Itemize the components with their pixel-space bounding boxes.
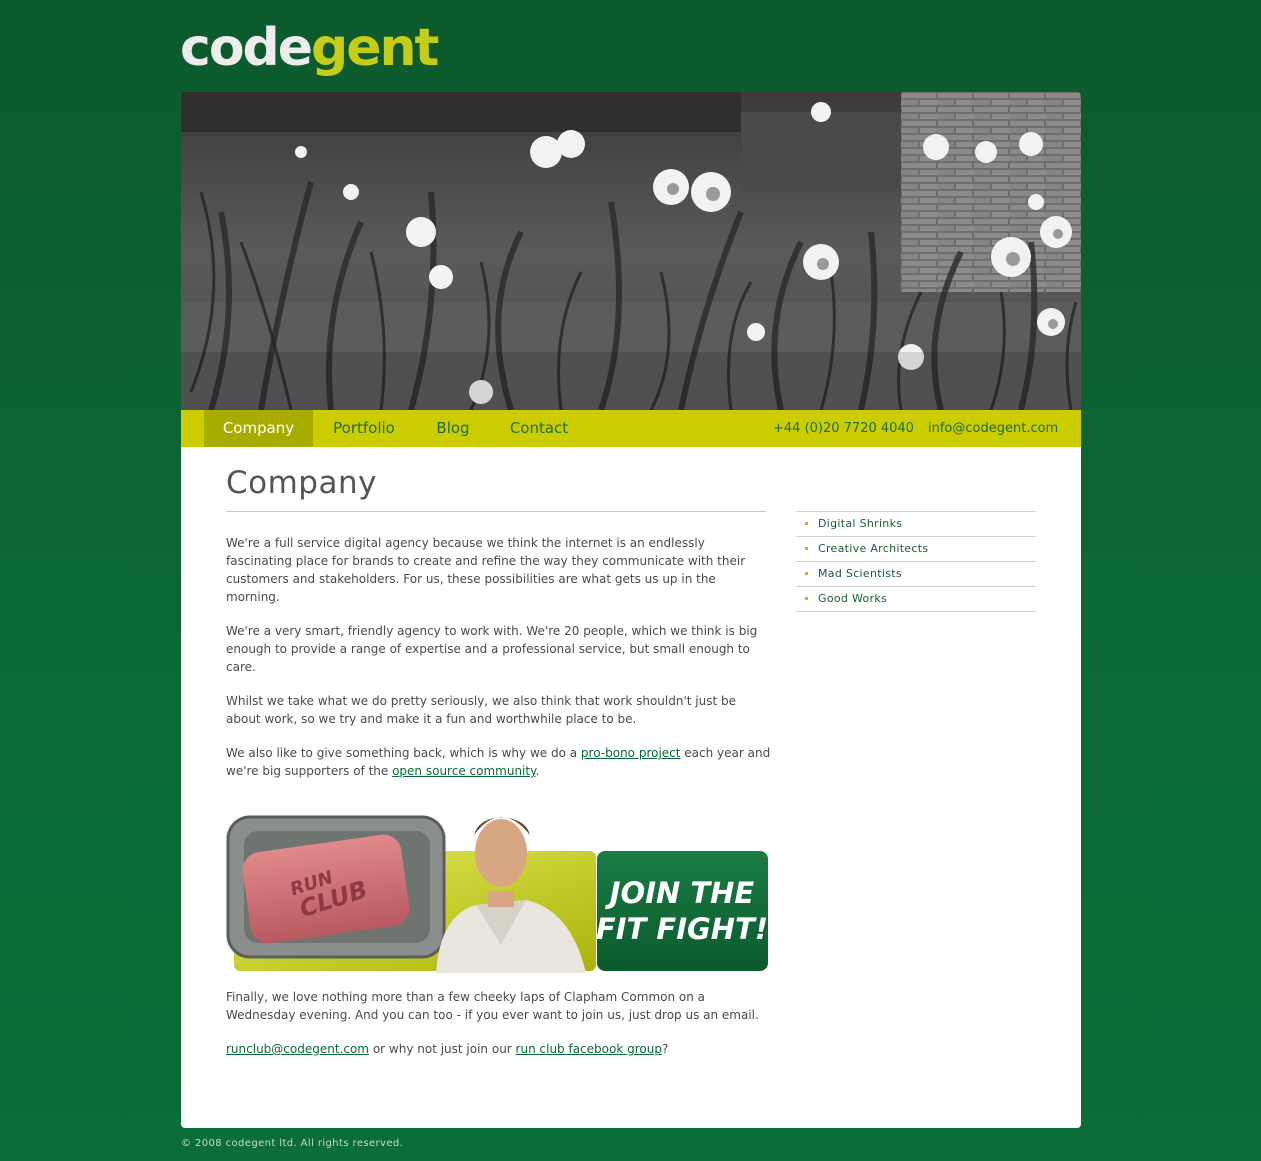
giving-back-text-1: We also like to give something back, whi… — [226, 746, 581, 760]
nav-tab-blog[interactable]: Blog — [421, 410, 485, 447]
paragraph-culture: Whilst we take what we do pretty serious… — [226, 694, 736, 726]
bullet-icon — [805, 522, 808, 525]
main-nav: Company Portfolio Blog Contact +44 (0)20… — [181, 410, 1081, 447]
giving-back-text-3: . — [535, 764, 540, 778]
page-title: Company — [226, 465, 377, 501]
bullet-icon — [805, 597, 808, 600]
main-content: We're a full service digital agency beca… — [226, 534, 771, 796]
paragraph-team: We're a very smart, friendly agency to w… — [226, 624, 758, 674]
nav-tab-portfolio[interactable]: Portfolio — [319, 410, 409, 447]
codegent-logo[interactable]: codegent — [180, 18, 439, 78]
runclub-email-link[interactable]: runclub@codegent.com — [226, 1042, 369, 1056]
run-club-contact-end: ? — [661, 1042, 669, 1056]
sidebar-item-creative-architects[interactable]: Creative Architects — [796, 537, 1036, 562]
logo-text-code: code — [180, 18, 313, 78]
pro-bono-link[interactable]: pro-bono project — [581, 746, 681, 760]
sidebar-item-label: Good Works — [818, 592, 888, 605]
footer-copyright: © 2008 codegent ltd. All rights reserved… — [181, 1138, 404, 1149]
sidebar-nav: Digital Shrinks Creative Architects Mad … — [796, 511, 1036, 612]
content-panel: Company We're a full service digital age… — [181, 447, 1081, 1128]
facebook-group-link[interactable]: run club facebook group — [516, 1042, 662, 1056]
bullet-icon — [805, 547, 808, 550]
paragraph-giving-back: We also like to give something back, whi… — [226, 744, 771, 780]
run-club-text: Finally, we love nothing more than a few… — [226, 988, 771, 1074]
sidebar-item-label: Creative Architects — [818, 542, 929, 555]
sidebar-item-mad-scientists[interactable]: Mad Scientists — [796, 562, 1036, 587]
title-divider — [226, 511, 766, 512]
sidebar-item-label: Mad Scientists — [818, 567, 902, 580]
run-club-contact-text: or why not just join our — [369, 1042, 516, 1056]
bullet-icon — [805, 572, 808, 575]
cta-box[interactable] — [597, 851, 768, 971]
paragraph-run-club: Finally, we love nothing more than a few… — [226, 990, 759, 1022]
open-source-link[interactable]: open source community — [392, 764, 535, 778]
nav-tab-company[interactable]: Company — [204, 410, 313, 447]
sidebar-item-label: Digital Shrinks — [818, 517, 903, 530]
nav-phone: +44 (0)20 7720 4040 — [773, 421, 914, 436]
cta-line-1: JOIN THE — [605, 876, 755, 910]
hero-image — [181, 92, 1081, 410]
nav-email-link[interactable]: info@codegent.com — [928, 410, 1058, 447]
cta-line-2: FIT FIGHT! — [596, 912, 768, 946]
paragraph-intro: We're a full service digital agency beca… — [226, 536, 746, 604]
paragraph-run-club-contact: runclub@codegent.com or why not just joi… — [226, 1040, 771, 1058]
logo-text-gent: gent — [311, 18, 439, 78]
nav-tab-contact[interactable]: Contact — [499, 410, 579, 447]
sidebar-item-good-works[interactable]: Good Works — [796, 587, 1036, 612]
run-club-banner[interactable]: RUN CLUB JOIN THE FIT FIGHT! — [226, 795, 769, 973]
sidebar-item-digital-shrinks[interactable]: Digital Shrinks — [796, 512, 1036, 537]
